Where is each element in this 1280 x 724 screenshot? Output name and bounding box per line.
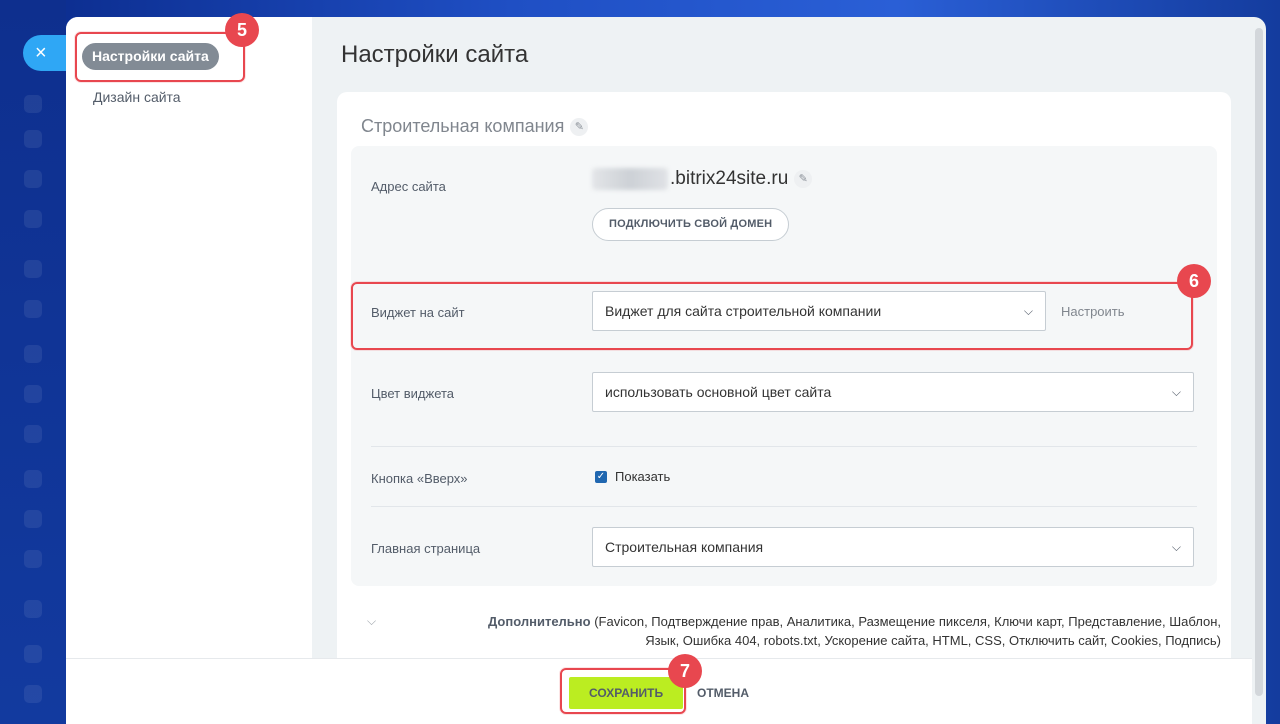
additional-title: Дополнительно — [488, 614, 591, 629]
site-name: Строительная компания — [361, 116, 565, 136]
chevron-down-icon: ⌵ — [367, 614, 377, 628]
chevron-down-icon: ⌵ — [1171, 540, 1181, 554]
additional-items-line2: Язык, Ошибка 404, robots.txt, Ускорение … — [645, 633, 1221, 648]
site-name-title: Строительная компания ✎ — [361, 116, 589, 137]
highlight-frame — [560, 668, 686, 714]
highlight-frame — [351, 282, 1193, 350]
settings-sidebar: Настройки сайта Дизайн сайта — [66, 17, 312, 724]
left-rail — [0, 0, 66, 724]
rail-icon — [24, 300, 42, 318]
rail-icon — [24, 260, 42, 278]
rail-icon — [24, 95, 42, 113]
widget-color-value: использовать основной цвет сайта — [605, 384, 832, 400]
additional-settings[interactable]: ⌵ Дополнительно (Favicon, Подтверждение … — [361, 612, 1221, 650]
show-up-button-label[interactable]: Показать — [615, 469, 670, 484]
home-page-label: Главная страница — [371, 541, 481, 556]
additional-settings-text: Дополнительно (Favicon, Подтверждение пр… — [393, 612, 1221, 650]
settings-panel: Настройки сайта Дизайн сайта Настройки с… — [66, 17, 1266, 724]
step-badge: 7 — [668, 654, 702, 688]
blurred-subdomain — [592, 168, 668, 190]
scrollbar[interactable] — [1255, 28, 1263, 696]
rail-icon — [24, 130, 42, 148]
close-icon: × — [35, 42, 47, 64]
rail-icon — [24, 685, 42, 703]
rail-icon — [24, 510, 42, 528]
additional-items-line1: (Favicon, Подтверждение прав, Аналитика,… — [594, 614, 1221, 629]
rail-icon — [24, 385, 42, 403]
rail-icon — [24, 210, 42, 228]
rail-icon — [24, 345, 42, 363]
settings-card: Строительная компания ✎ Адрес сайта .bitr… — [337, 92, 1231, 692]
address-label: Адрес сайта — [371, 179, 446, 194]
sidebar-item-site-design[interactable]: Дизайн сайта — [93, 89, 181, 105]
home-page-value: Строительная компания — [605, 539, 764, 555]
domain-suffix: .bitrix24site.ru — [670, 168, 789, 190]
page-title: Настройки сайта — [341, 41, 529, 68]
rail-icon — [24, 645, 42, 663]
pencil-icon[interactable]: ✎ — [794, 170, 813, 188]
divider — [371, 446, 1197, 447]
cancel-button[interactable]: ОТМЕНА — [697, 677, 749, 709]
rail-icon — [24, 550, 42, 568]
settings-fields: Адрес сайта .bitrix24site.ru ✎ ПОДКЛЮЧИТЬ… — [351, 146, 1217, 586]
home-page-select[interactable]: Строительная компания ⌵ — [592, 527, 1194, 567]
divider — [371, 506, 1197, 507]
highlight-frame — [75, 32, 245, 82]
rail-icon — [24, 470, 42, 488]
rail-icon — [24, 600, 42, 618]
pencil-icon[interactable]: ✎ — [570, 118, 589, 137]
rail-icon — [24, 425, 42, 443]
site-address: .bitrix24site.ru ✎ — [592, 168, 813, 190]
step-badge: 5 — [225, 13, 259, 47]
widget-color-select[interactable]: использовать основной цвет сайта ⌵ — [592, 372, 1194, 412]
show-up-button-checkbox[interactable]: ✓ — [595, 471, 607, 483]
up-button-label: Кнопка «Вверх» — [371, 471, 468, 486]
connect-domain-button[interactable]: ПОДКЛЮЧИТЬ СВОЙ ДОМЕН — [592, 208, 790, 241]
rail-icon — [24, 170, 42, 188]
widget-color-label: Цвет виджета — [371, 386, 455, 401]
step-badge: 6 — [1177, 264, 1211, 298]
chevron-down-icon: ⌵ — [1171, 385, 1181, 399]
